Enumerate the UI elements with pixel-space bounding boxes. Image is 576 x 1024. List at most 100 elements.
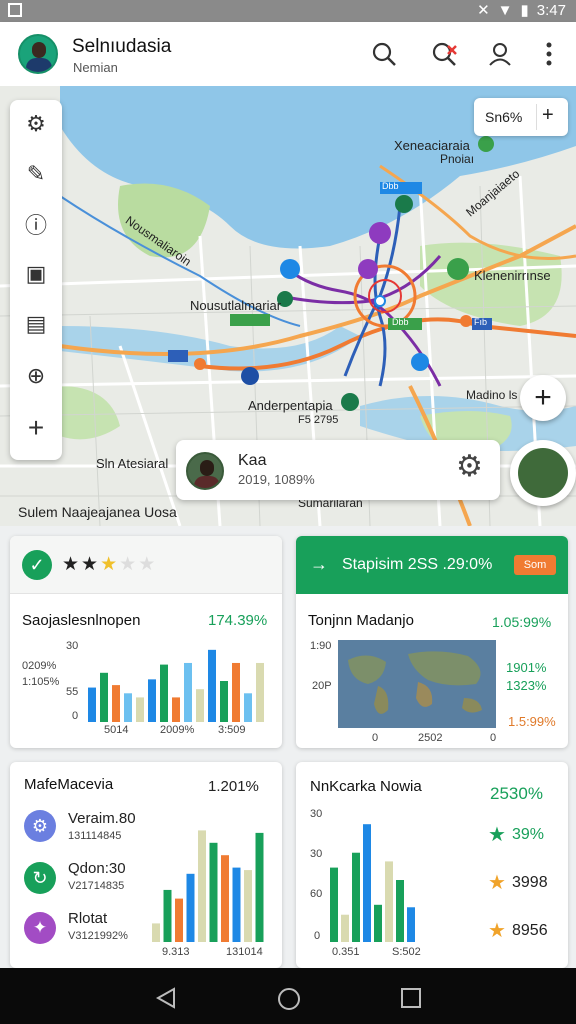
x-tick: 2502 xyxy=(418,732,443,744)
notification-icon xyxy=(8,3,22,17)
gear-icon[interactable]: ⚙ xyxy=(20,108,52,140)
chart-bar xyxy=(148,679,156,722)
star-icon[interactable]: ★ xyxy=(119,554,138,575)
compass-icon[interactable]: ⊕ xyxy=(20,360,52,392)
map-label: Sulem Naajeajanea Uosa xyxy=(18,504,177,520)
card-title: Tonjnn Madanjo xyxy=(308,612,414,629)
recents-icon[interactable] xyxy=(400,987,422,1009)
stars-card: NnKcarka Nowia 2530% 30 30 60 0 0.351 S:… xyxy=(296,762,568,968)
star-icon[interactable]: ★ xyxy=(100,554,119,575)
y-tick: 0209% xyxy=(22,660,57,672)
promo-text: Stapisim 2SS .29:0% xyxy=(342,556,493,573)
stat-value: 1323% xyxy=(506,678,547,693)
page-title: Selnıudasia xyxy=(72,36,172,57)
map-label: Klenenirrınse xyxy=(474,268,551,283)
y-tick: 30 xyxy=(66,640,79,652)
profile-icon[interactable] xyxy=(486,40,514,68)
chart-bar xyxy=(232,867,241,942)
y-tick: 30 xyxy=(310,848,323,860)
table-icon[interactable]: ▤ xyxy=(20,308,52,340)
card-value: 1.05:99% xyxy=(492,614,552,630)
place-avatar xyxy=(186,452,224,490)
x-tick: 0 xyxy=(490,732,497,744)
y-tick: 20P xyxy=(312,680,332,692)
chart-bar xyxy=(232,662,240,722)
star-stat: 39% xyxy=(512,826,545,843)
chart-bar xyxy=(152,923,160,942)
refresh-icon: ↻ xyxy=(24,862,56,894)
layer-icon[interactable]: ▣ xyxy=(20,258,52,290)
x-tick: 0.351 xyxy=(332,946,360,958)
chart-bar xyxy=(221,855,229,942)
pencil-icon[interactable]: ✎ xyxy=(20,158,52,190)
page-subtitle: Nemian xyxy=(73,60,118,75)
back-icon[interactable] xyxy=(154,986,178,1010)
map-label: Sln Atesiaral xyxy=(96,456,169,471)
zoom-in-button[interactable]: + xyxy=(542,104,554,127)
zoom-level: Sn6% xyxy=(485,109,523,125)
chart-bar xyxy=(186,873,195,942)
chart-bar xyxy=(163,889,172,942)
card-title: MafeMacevia xyxy=(24,776,114,793)
clock: 3:47 xyxy=(536,1,566,19)
map-label: Xeneaciaraia xyxy=(394,138,470,153)
status-icons: ✕ ▼ ▮ 3:47 xyxy=(477,1,566,20)
info-icon[interactable]: ⓘ xyxy=(20,208,52,240)
x-tick: 2009% xyxy=(160,724,195,736)
chart-bar xyxy=(396,880,404,942)
map-label: Nousutlalmariar xyxy=(190,298,282,313)
bar-chart xyxy=(88,649,264,722)
list-card: MafeMacevia 1.201% ⚙ Veraim.80 131114845… xyxy=(10,762,282,968)
stat-value: 1.5:99% xyxy=(508,714,556,729)
bar-chart xyxy=(152,830,264,942)
add-layer-icon[interactable]: + xyxy=(20,412,52,444)
chart-bar xyxy=(209,842,218,942)
star-icon[interactable]: ★ xyxy=(62,554,81,575)
star-rating[interactable]: ★★★★★ xyxy=(62,553,157,576)
star-stat: 3998 xyxy=(512,874,548,891)
star-icon: ★ xyxy=(488,824,506,846)
route-badge: Dbb xyxy=(382,181,399,191)
chart-bar xyxy=(220,681,228,722)
star-icon[interactable]: ★ xyxy=(81,554,100,575)
avatar[interactable] xyxy=(18,34,58,74)
y-tick: 30 xyxy=(310,808,323,820)
location-info-card[interactable]: Kaa 2019, 1089% ⚙ xyxy=(176,440,500,500)
chart-bar xyxy=(255,832,264,942)
promo-badge[interactable]: Som xyxy=(514,555,556,575)
chart-bar xyxy=(124,693,132,722)
search-clear-icon[interactable] xyxy=(430,40,458,68)
x-tick: 9.313 xyxy=(162,946,190,958)
chart-bar xyxy=(244,870,252,942)
y-tick: 60 xyxy=(310,888,323,900)
card-value: 1.201% xyxy=(208,778,259,795)
route-badge: Dbb xyxy=(392,317,409,327)
chart-bar xyxy=(88,687,96,722)
chart-bar xyxy=(341,914,349,942)
more-menu-icon[interactable] xyxy=(535,40,563,68)
star-stat: 8956 xyxy=(512,922,548,939)
world-map-image xyxy=(338,640,496,728)
rating-card: ✓ ★★★★★ Saojaslesnlnopen 174.39% 30 0209… xyxy=(10,536,282,748)
star-icon[interactable]: ★ xyxy=(138,554,157,575)
app-header: Selnıudasia Nemian xyxy=(0,22,576,86)
map-label: Anderpentapia xyxy=(248,398,333,413)
home-icon[interactable] xyxy=(276,986,302,1012)
settings-icon[interactable]: ⚙ xyxy=(456,452,483,482)
list-item-name: Rlotat xyxy=(68,910,108,927)
place-detail: 2019, 1089% xyxy=(238,472,315,487)
x-tick: S:502 xyxy=(392,946,421,958)
arrow-icon: → xyxy=(310,554,328,574)
chart-bar xyxy=(330,867,338,942)
mute-icon: ✕ xyxy=(477,2,490,19)
map-label: Madino ls xyxy=(466,388,518,402)
card-value: 2530% xyxy=(490,784,543,803)
promo-card: → Stapisim 2SS .29:0% Som Tonjnn Madanjo… xyxy=(296,536,568,748)
chart-bar xyxy=(196,689,204,722)
x-tick: 131014 xyxy=(226,946,263,958)
gear-icon: ⚙ xyxy=(24,810,56,842)
search-icon[interactable] xyxy=(370,40,398,68)
location-thumbnail-button[interactable] xyxy=(510,440,576,506)
add-button[interactable]: + xyxy=(520,375,566,421)
stat-value: 1901% xyxy=(506,660,547,675)
